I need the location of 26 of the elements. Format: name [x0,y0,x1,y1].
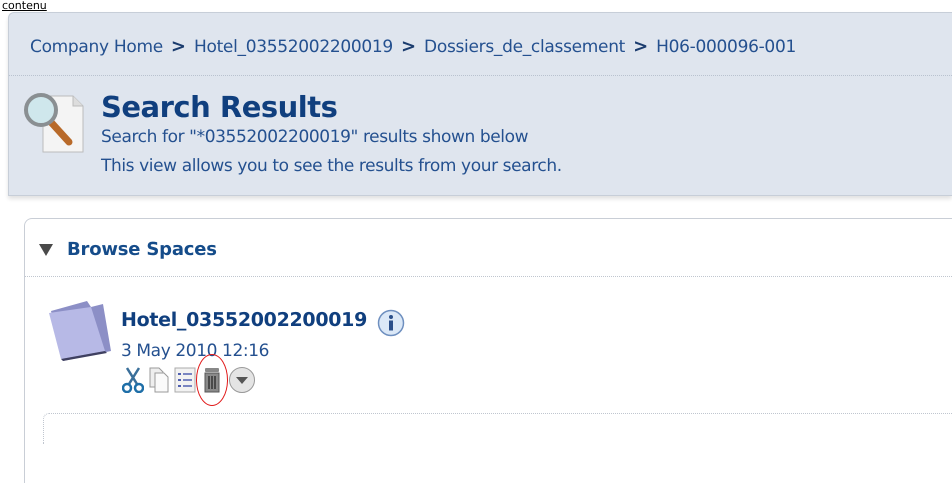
breadcrumb-separator: > [170,36,186,57]
action-button[interactable] [121,366,145,394]
top-link[interactable]: contenu [2,0,47,12]
folder-icon[interactable] [47,299,113,361]
breadcrumb-link[interactable]: Company Home [30,36,163,56]
breadcrumb-separator: > [400,36,416,57]
modified-date: 3 May 2010 12:16 [121,341,270,361]
breadcrumb-link[interactable]: Dossiers_de_classement [424,36,626,56]
page-description: This view allows you to see the results from your search. [101,155,562,178]
dropdown-icon [228,366,256,394]
info-icon[interactable] [377,309,406,337]
breadcrumb-separator: > [633,36,648,57]
triangle-icon [39,242,53,256]
collapse-toggle[interactable] [39,242,53,256]
trash-icon [202,367,222,393]
list-icon [174,367,196,393]
page-title: Search Results [101,90,338,124]
space-link[interactable]: Hotel_03552002200019 [121,309,368,331]
action-button[interactable] [227,365,257,395]
copy-icon [148,367,170,393]
action-button[interactable] [173,366,197,394]
breadcrumb-link[interactable]: H06-000096-001 [656,36,796,56]
section-title: Browse Spaces [67,239,217,260]
scissors-icon [122,367,144,393]
breadcrumb-link[interactable]: Hotel_03552002200019 [194,36,393,56]
page-description: Search for "*03552002200019" results shown below [101,126,530,149]
